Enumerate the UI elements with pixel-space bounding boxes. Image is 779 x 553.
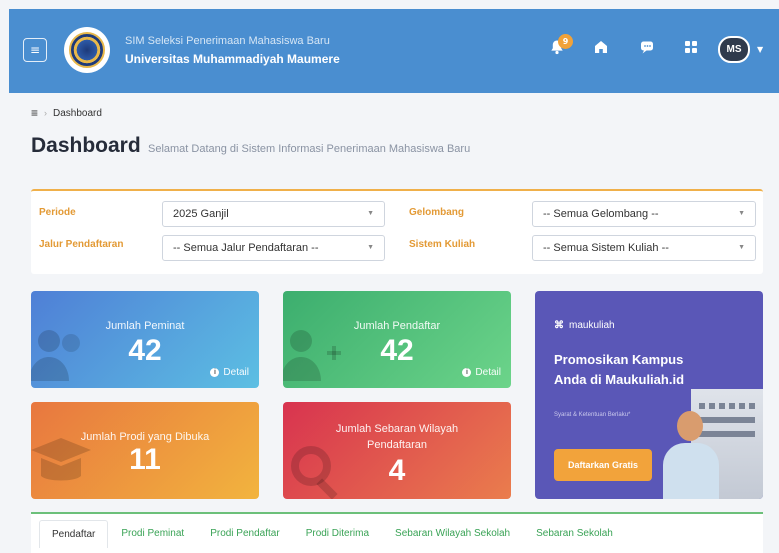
stat-value: 11 — [129, 443, 161, 476]
jalur-label: Jalur Pendaftaran — [39, 239, 124, 250]
periode-label: Periode — [39, 207, 76, 218]
user-avatar[interactable]: MS — [718, 36, 750, 63]
jalur-select[interactable]: -- Semua Jalur Pendaftaran -- ▼ — [162, 235, 385, 261]
tab-prodi-diterima[interactable]: Prodi Diterima — [293, 520, 382, 547]
tab-pendaftar[interactable]: Pendaftar — [39, 519, 109, 548]
gelombang-select[interactable]: -- Semua Gelombang -- ▼ — [532, 201, 756, 227]
home-icon[interactable] — [592, 38, 610, 56]
chevron-down-icon[interactable]: ▼ — [757, 45, 763, 54]
person-illustration — [663, 405, 719, 499]
sistem-label: Sistem Kuliah — [409, 239, 476, 250]
stat-value: 42 — [128, 334, 162, 367]
tab-prodi-pendaftar[interactable]: Prodi Pendaftar — [197, 520, 293, 547]
breadcrumb-separator: › — [44, 108, 48, 118]
promo-button[interactable]: Daftarkan Gratis — [554, 449, 652, 481]
tab-sebaran-wilayah-sekolah[interactable]: Sebaran Wilayah Sekolah — [382, 520, 523, 547]
stat-value: 42 — [380, 334, 414, 367]
gelombang-value: -- Semua Gelombang -- — [543, 208, 659, 220]
promo-fine-print: Syarat & Ketentuan Berlaku* — [554, 412, 631, 418]
jalur-value: -- Semua Jalur Pendaftaran -- — [173, 242, 319, 254]
stat-card-peminat: Jumlah Peminat 42 i Detail — [31, 291, 259, 388]
filter-card: Periode 2025 Ganjil ▼ Gelombang -- Semua… — [31, 189, 763, 274]
chat-icon[interactable] — [638, 38, 656, 56]
app-subtitle: SIM Seleksi Penerimaan Mahasiswa Baru — [125, 35, 330, 47]
gelombang-label: Gelombang — [409, 207, 465, 218]
promo-headline: Promosikan Kampus Anda di Maukuliah.id — [554, 352, 685, 387]
grid-icon[interactable] — [682, 38, 700, 56]
breadcrumb: ≡ › Dashboard — [31, 106, 102, 120]
promo-brand-name: maukuliah — [569, 320, 615, 331]
breadcrumb-item[interactable]: Dashboard — [53, 108, 102, 119]
chevron-down-icon: ▼ — [738, 210, 745, 217]
page-subtitle: Selamat Datang di Sistem Informasi Pener… — [148, 143, 471, 155]
chevron-down-icon: ▼ — [367, 244, 374, 251]
stat-label: Jumlah Pendaftar — [353, 320, 441, 332]
detail-link[interactable]: i Detail — [210, 367, 249, 378]
sistem-value: -- Semua Sistem Kuliah -- — [543, 242, 669, 254]
tab-bar: Pendaftar Prodi Peminat Prodi Pendaftar … — [31, 512, 763, 553]
chevron-down-icon: ▼ — [367, 210, 374, 217]
stat-card-wilayah: Jumlah Sebaran Wilayah Pendaftaran 4 — [283, 402, 511, 499]
app-title: Universitas Muhammadiyah Maumere — [125, 52, 340, 66]
university-logo — [64, 27, 110, 73]
stat-value: 4 — [388, 454, 406, 487]
detail-label: Detail — [223, 367, 249, 378]
stat-card-pendaftar: Jumlah Pendaftar 42 i Detail — [283, 291, 511, 388]
list-icon[interactable]: ≡ — [31, 106, 38, 120]
info-icon: i — [462, 368, 472, 377]
chevron-down-icon: ▼ — [738, 244, 745, 251]
info-icon: i — [210, 368, 220, 377]
stat-label: Jumlah Prodi yang Dibuka — [80, 431, 210, 443]
stat-label: Jumlah Sebaran Wilayah Pendaftaran — [335, 423, 459, 451]
stat-label: Jumlah Peminat — [105, 320, 185, 332]
stat-card-prodi: Jumlah Prodi yang Dibuka 11 — [31, 402, 259, 499]
top-navbar — [9, 9, 779, 93]
sistem-select[interactable]: -- Semua Sistem Kuliah -- ▼ — [532, 235, 756, 261]
detail-label: Detail — [475, 367, 501, 378]
periode-value: 2025 Ganjil — [173, 208, 229, 220]
promo-brand: ⌘ maukuliah — [554, 320, 615, 331]
menu-icon[interactable]: ≡ — [23, 38, 47, 62]
periode-select[interactable]: 2025 Ganjil ▼ — [162, 201, 385, 227]
maukuliah-logo-icon: ⌘ — [554, 320, 564, 331]
detail-link[interactable]: i Detail — [462, 367, 501, 378]
notification-badge: 9 — [558, 34, 573, 49]
page-title: Dashboard — [31, 134, 141, 157]
tab-prodi-peminat[interactable]: Prodi Peminat — [108, 520, 197, 547]
promo-banner[interactable]: ⌘ maukuliah Promosikan Kampus Anda di Ma… — [535, 291, 763, 499]
tab-sebaran-sekolah[interactable]: Sebaran Sekolah — [523, 520, 626, 547]
